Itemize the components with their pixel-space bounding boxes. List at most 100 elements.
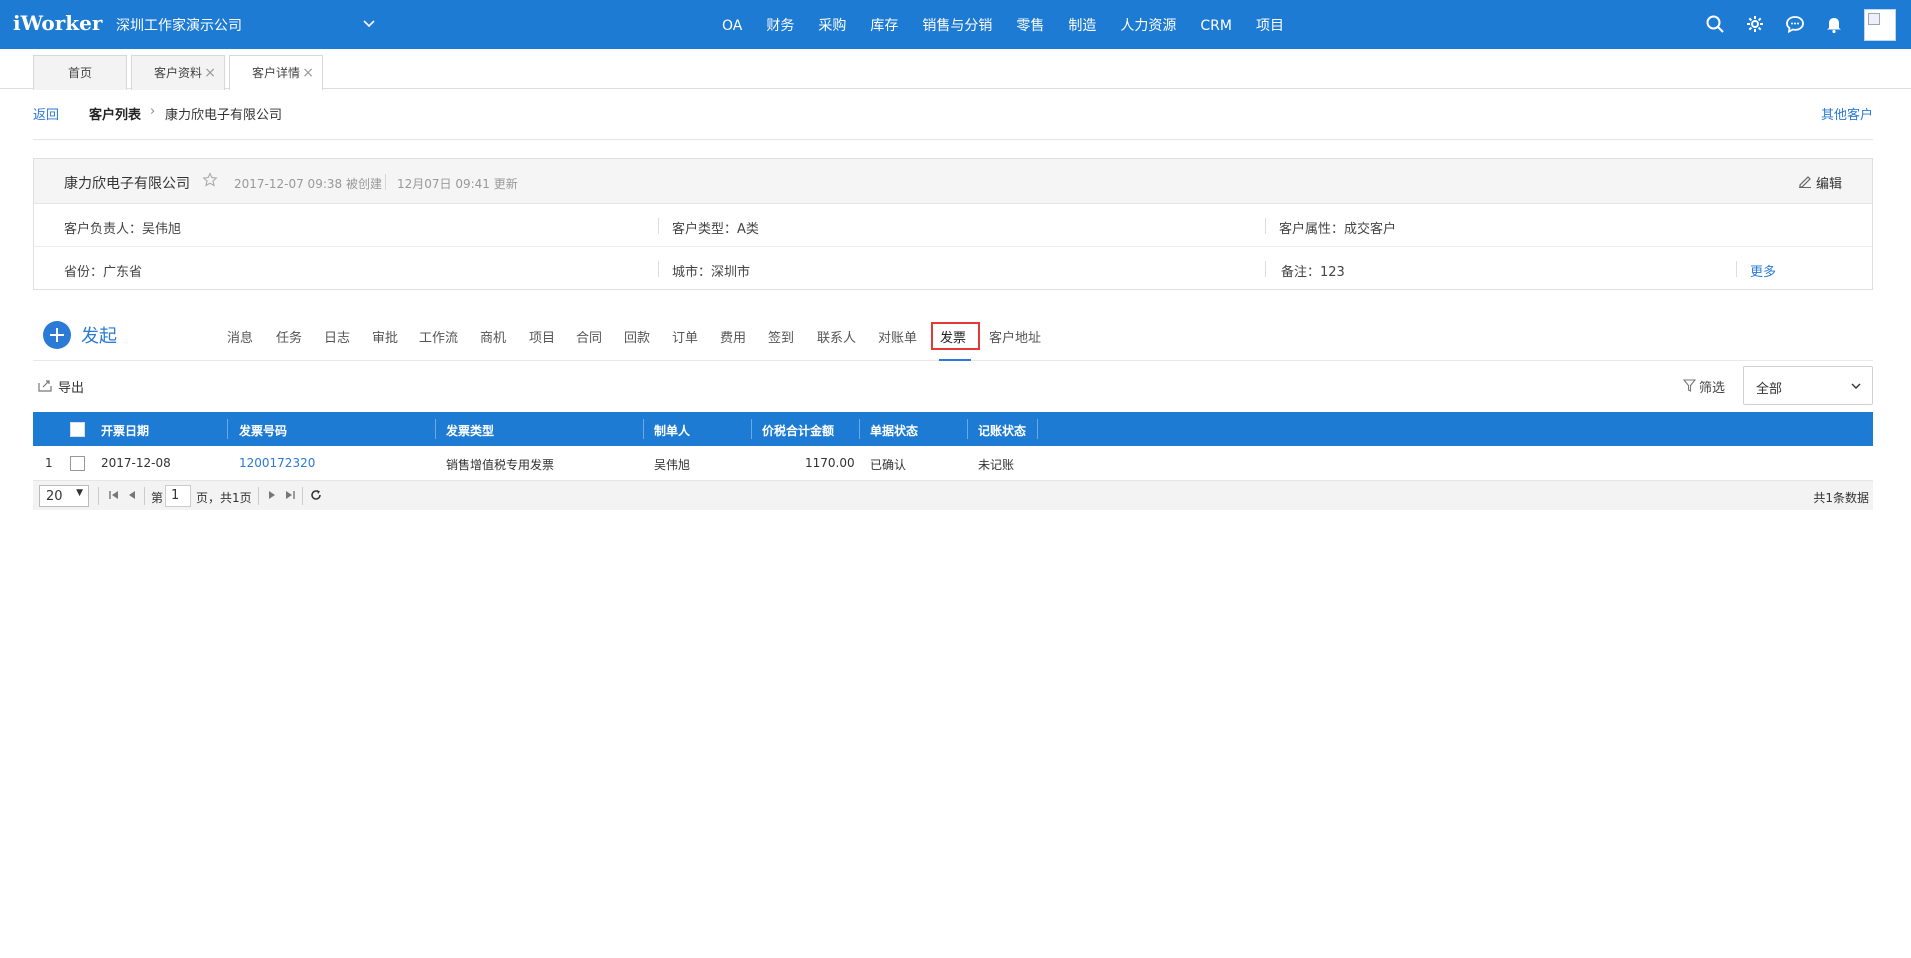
nav-inventory[interactable]: 库存 (858, 0, 910, 49)
column-header[interactable]: 价税合计金额 (762, 422, 834, 439)
divider (98, 487, 99, 505)
launch-button[interactable]: 发起 (81, 322, 117, 348)
column-divider[interactable] (859, 419, 860, 439)
subtab-task[interactable]: 任务 (276, 327, 302, 346)
divider (385, 174, 386, 190)
subtab-project[interactable]: 项目 (529, 327, 555, 346)
page-suffix: 页，共1页 (196, 491, 252, 505)
next-page-icon[interactable] (266, 489, 278, 501)
row-index: 1 (45, 456, 53, 470)
subtab-approval[interactable]: 审批 (372, 327, 398, 346)
cell-invoice-number[interactable]: 1200172320 (239, 456, 315, 470)
subtab-log[interactable]: 日志 (324, 327, 350, 346)
page-input[interactable]: 1 (165, 485, 191, 507)
last-page-icon[interactable] (284, 489, 296, 501)
select-all-checkbox[interactable] (70, 422, 85, 437)
back-link[interactable]: 返回 (33, 104, 59, 123)
filter-button[interactable]: 筛选 (1683, 377, 1725, 396)
plus-icon[interactable] (43, 321, 71, 349)
edit-button[interactable]: 编辑 (1798, 173, 1842, 192)
sub-tab-bar: 发起 消息 任务 日志 审批 工作流 商机 项目 合同 回款 订单 费用 签到 … (33, 314, 1873, 361)
column-header[interactable]: 制单人 (654, 422, 690, 439)
nav-finance[interactable]: 财务 (754, 0, 806, 49)
owner-field: 客户负责人：吴伟旭 (64, 222, 182, 237)
more-link[interactable]: 更多 (1750, 261, 1776, 280)
province-field: 省份：广东省 (64, 265, 143, 280)
tab-label: 客户详情 (251, 66, 300, 80)
row-checkbox[interactable] (70, 456, 85, 471)
column-divider[interactable] (227, 419, 228, 439)
nav-sales[interactable]: 销售与分销 (910, 0, 1004, 49)
column-divider[interactable] (435, 419, 436, 439)
subtab-order[interactable]: 订单 (672, 327, 698, 346)
company-selector[interactable]: 深圳工作家演示公司 (116, 15, 242, 35)
tab-customer-info[interactable]: 客户资料 × (131, 55, 225, 90)
nav-oa[interactable]: OA (710, 0, 754, 49)
nav-manufacturing[interactable]: 制造 (1056, 0, 1108, 49)
tab-customer-detail[interactable]: 客户详情 × (229, 55, 323, 90)
subtab-payment[interactable]: 回款 (624, 327, 650, 346)
column-divider[interactable] (1037, 419, 1038, 439)
close-icon[interactable]: × (204, 56, 216, 90)
other-customers-link[interactable]: 其他客户 (1821, 104, 1873, 123)
page-size-select[interactable]: 20 ▼ (39, 485, 89, 507)
filter-label: 筛选 (1699, 381, 1726, 396)
refresh-icon[interactable] (310, 489, 322, 501)
export-button[interactable]: 导出 (38, 377, 84, 396)
subtab-opportunity[interactable]: 商机 (480, 327, 506, 346)
customer-info-card: 康力欣电子有限公司 2017-12-07 09:38 被创建 12月07日 09… (33, 158, 1873, 290)
bell-icon[interactable] (1824, 14, 1844, 34)
updated-time: 12月07日 09:41 更新 (397, 177, 518, 191)
customer-name: 康力欣电子有限公司 (64, 176, 190, 192)
app-logo[interactable]: iWorker (13, 11, 102, 35)
column-header[interactable]: 发票号码 (239, 422, 287, 439)
subtab-contacts[interactable]: 联系人 (817, 327, 856, 346)
search-icon[interactable] (1705, 14, 1725, 34)
subtab-statement[interactable]: 对账单 (878, 327, 917, 346)
nav-retail[interactable]: 零售 (1004, 0, 1056, 49)
table-row[interactable]: 1 2017-12-08 1200172320 销售增值税专用发票 吴伟旭 11… (33, 446, 1873, 480)
breadcrumb: 返回 客户列表 › 康力欣电子有限公司 其他客户 (33, 104, 1873, 140)
filter-select[interactable]: 全部 (1743, 366, 1873, 405)
chevron-down-icon[interactable] (362, 17, 376, 31)
column-header[interactable]: 发票类型 (446, 422, 494, 439)
subtab-address[interactable]: 客户地址 (989, 327, 1041, 346)
chat-icon[interactable] (1785, 14, 1805, 34)
active-tab-indicator (939, 359, 971, 361)
filter-icon (1683, 379, 1696, 392)
invoice-table: 开票日期 发票号码 发票类型 制单人 价税合计金额 单据状态 记账状态 1 20… (33, 412, 1873, 510)
subtab-message[interactable]: 消息 (227, 327, 253, 346)
column-divider[interactable] (643, 419, 644, 439)
subtab-expense[interactable]: 费用 (720, 327, 746, 346)
cell-amount: 1170.00 (805, 456, 855, 470)
star-icon[interactable] (202, 172, 218, 188)
note-field: 备注：123 (1281, 265, 1345, 280)
column-divider[interactable] (751, 419, 752, 439)
avatar[interactable] (1864, 9, 1896, 41)
pagination: 20 ▼ 第 1 页，共1页 共1条数据 (33, 480, 1873, 510)
caret-down-icon: ▼ (76, 488, 83, 498)
column-header[interactable]: 单据状态 (870, 422, 918, 439)
edit-label: 编辑 (1815, 177, 1842, 192)
subtab-checkin[interactable]: 签到 (768, 327, 794, 346)
subtab-workflow[interactable]: 工作流 (419, 327, 458, 346)
first-page-icon[interactable] (108, 489, 120, 501)
nav-purchase[interactable]: 采购 (806, 0, 858, 49)
column-divider[interactable] (967, 419, 968, 439)
close-icon[interactable]: × (302, 56, 314, 90)
info-row: 省份：广东省 城市：深圳市 备注：123 更多 (34, 247, 1872, 290)
tab-home[interactable]: 首页 (33, 55, 127, 90)
attr-field: 客户属性：成交客户 (1279, 222, 1397, 237)
breadcrumb-customer-list[interactable]: 客户列表 (89, 104, 141, 123)
nav-hr[interactable]: 人力资源 (1108, 0, 1188, 49)
nav-crm[interactable]: CRM (1188, 0, 1244, 49)
subtab-contract[interactable]: 合同 (576, 327, 602, 346)
column-header[interactable]: 开票日期 (101, 422, 149, 439)
column-header[interactable]: 记账状态 (978, 422, 1026, 439)
tab-label: 首页 (67, 66, 92, 80)
prev-page-icon[interactable] (126, 489, 138, 501)
cell-date: 2017-12-08 (101, 456, 171, 470)
gear-icon[interactable] (1745, 14, 1765, 34)
cell-maker: 吴伟旭 (654, 458, 691, 472)
nav-project[interactable]: 项目 (1244, 0, 1296, 49)
